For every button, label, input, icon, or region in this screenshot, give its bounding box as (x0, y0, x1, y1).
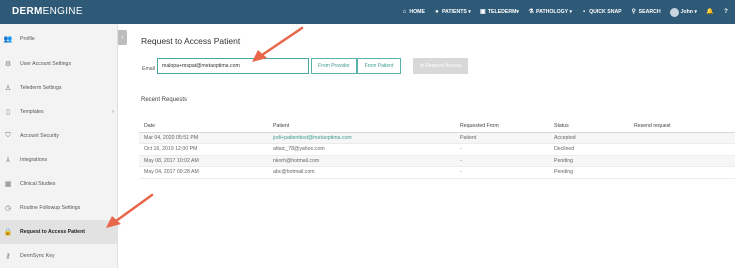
sidebar-item-label: Telederm Settings (20, 85, 62, 91)
sidebar-item-label: Profile (20, 36, 35, 42)
sidebar-item-user-account-settings[interactable]: ⚙ User Account Settings (0, 52, 118, 76)
sidebar-item-profile[interactable]: 👥 Profile (0, 27, 118, 51)
cell-resend (629, 143, 735, 156)
app-logo[interactable]: DERMENGINE (12, 6, 83, 17)
table-header-row: Date Patient Requested From Status Resen… (139, 120, 735, 133)
search-icon: ⚲ (631, 9, 636, 15)
sidebar-item-dermsync-key[interactable]: ⚷ DermSync Key (0, 244, 118, 268)
cell-date: Oct 16, 2019 12:00 PM (139, 143, 268, 156)
sidebar-item-label: DermSync Key (20, 253, 55, 259)
cell-resend (629, 166, 735, 179)
table-row: May 08, 2017 10:02 AM nkorh@hotmail.com … (139, 155, 735, 167)
chevron-right-icon: › (112, 109, 114, 115)
email-label: Email (142, 66, 155, 72)
column-header-status[interactable]: Status (549, 120, 629, 133)
nav-telederm[interactable]: ▣ TELEDERM▾ (480, 9, 519, 15)
cell-date: Mar 04, 2020 05:51 PM (139, 132, 268, 144)
integrations-icon: ⅄ (5, 157, 11, 164)
sidebar-item-account-security[interactable]: ⛉ Account Security (0, 124, 118, 148)
table-row: Mar 04, 2020 05:51 PM jodi+patienttest@m… (139, 132, 735, 144)
column-header-date[interactable]: Date (139, 120, 268, 133)
page-title: Request to Access Patient (141, 36, 241, 46)
sidebar-item-clinical-studies[interactable]: ▦ Clinical Studies (0, 172, 118, 196)
email-field[interactable] (157, 58, 309, 74)
from-provider-button[interactable]: From Provider (311, 58, 357, 74)
gear-icon: ⚙ (4, 61, 12, 68)
column-header-resend-request: Resend request (629, 120, 735, 133)
home-icon: ⌂ (402, 9, 407, 15)
profile-icon: 👥 (3, 36, 13, 43)
request-access-button[interactable]: ✉ Request Access (413, 58, 468, 74)
patients-icon: ● (435, 9, 439, 15)
cell-patient-link[interactable]: jodi+patienttest@metaoptima.com (268, 132, 455, 144)
cell-status: Accepted (549, 132, 629, 144)
clock-icon: ◷ (4, 205, 12, 212)
cell-status: Pending (549, 155, 629, 167)
nav-menu: ⌂ HOME ● PATIENTS ▾ ▣ TELEDERM▾ ⚗ PATHOLOGY … (392, 0, 731, 24)
cell-patient: abc@hotmail.com (268, 166, 455, 179)
recent-requests-heading: Recent Requests (141, 97, 188, 103)
main-content: Request to Access Patient Email From Pro… (130, 24, 735, 268)
bell-icon: 🔔 (706, 9, 714, 15)
nav-notifications[interactable]: 🔔 (706, 9, 714, 15)
cell-patient: attaic_78@yahoo.com (268, 143, 455, 156)
column-header-patient[interactable]: Patient (268, 120, 455, 133)
from-patient-button[interactable]: From Patient (357, 58, 401, 74)
nav-patients[interactable]: ● PATIENTS ▾ (434, 9, 471, 15)
sidebar: 👥 Profile ⚙ User Account Settings ♙ Teleder… (0, 24, 118, 268)
sidebar-item-label: Integrations (20, 157, 48, 163)
help-icon: ? (724, 9, 728, 15)
cell-resend (629, 132, 735, 144)
nav-user-menu[interactable]: John ▾ (669, 7, 697, 17)
sidebar-collapse-button[interactable]: ‹ (118, 30, 127, 45)
cell-requested-from: Patient (455, 132, 549, 144)
cell-status: Pending (549, 166, 629, 179)
nav-pathology[interactable]: ⚗ PATHOLOGY ▾ (528, 9, 572, 15)
cell-date: May 04, 2017 09:28 AM (139, 166, 268, 179)
document-icon: ▯ (6, 109, 10, 116)
telederm-settings-icon: ♙ (4, 85, 12, 92)
cell-requested-from: - (455, 143, 549, 156)
cell-requested-from: - (455, 155, 549, 167)
studies-icon: ▦ (4, 181, 12, 188)
nav-help[interactable]: ? (723, 9, 731, 15)
column-header-requested-from[interactable]: Requested From (455, 120, 549, 133)
sidebar-item-telederm-settings[interactable]: ♙ Telederm Settings (0, 76, 118, 100)
avatar (669, 7, 679, 17)
telederm-icon: ▣ (480, 9, 486, 15)
table-row: Oct 16, 2019 12:00 PM attaic_78@yahoo.co… (139, 143, 735, 156)
sidebar-item-label: Account Security (20, 133, 59, 139)
cell-resend (629, 155, 735, 167)
nav-quick-snap[interactable]: ▪ QUICK SNAP (581, 9, 622, 15)
sidebar-item-request-to-access-patient[interactable]: 🔒 Request to Access Patient (0, 220, 118, 244)
sidebar-item-label: Clinical Studies (20, 181, 56, 187)
cell-status: Declined (549, 143, 629, 156)
sidebar-item-label: Routine Followup Settings (20, 205, 81, 211)
cell-patient: nkorh@hotmail.com (268, 155, 455, 167)
sidebar-item-templates[interactable]: ▯ Templates › (0, 100, 118, 124)
sidebar-item-label: Templates (20, 109, 44, 115)
cell-date: May 08, 2017 10:02 AM (139, 155, 268, 167)
sidebar-item-routine-followup-settings[interactable]: ◷ Routine Followup Settings (0, 196, 118, 220)
sidebar-item-label: Request to Access Patient (20, 229, 85, 235)
recent-requests-table: Date Patient Requested From Status Resen… (139, 120, 735, 179)
sidebar-item-label: User Account Settings (20, 61, 72, 67)
top-nav-bar: DERMENGINE ⌂ HOME ● PATIENTS ▾ ▣ TELEDERM▾ … (0, 0, 735, 24)
cell-requested-from: - (455, 166, 549, 179)
lock-icon: 🔒 (3, 229, 13, 236)
shield-icon: ⛉ (5, 132, 11, 139)
nav-search[interactable]: ⚲ SEARCH (631, 9, 660, 15)
table-row: May 04, 2017 09:28 AM abc@hotmail.com - … (139, 166, 735, 179)
nav-home[interactable]: ⌂ HOME (401, 9, 425, 15)
sidebar-item-integrations[interactable]: ⅄ Integrations (0, 148, 118, 172)
key-icon: ⚷ (5, 253, 11, 260)
chevron-left-icon: ‹ (121, 34, 124, 41)
pathology-icon: ⚗ (528, 9, 534, 15)
camera-icon: ▪ (583, 9, 586, 15)
